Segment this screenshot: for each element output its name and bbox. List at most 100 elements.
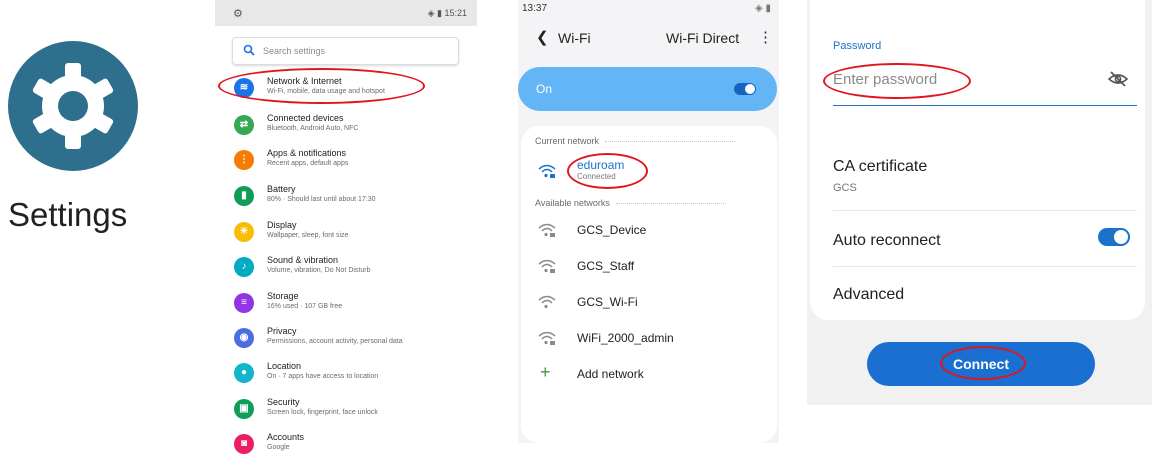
hide-password-icon[interactable] xyxy=(1107,70,1129,88)
status-bar: 13:37 ◈ ▮ xyxy=(518,0,779,18)
android-settings-panel: ⚙ ◈ ▮ 15:21 Search settings ≋ Network & I… xyxy=(215,0,477,454)
display-icon: ☀ xyxy=(234,222,254,242)
page-title: Wi-Fi xyxy=(558,30,591,46)
advanced-option[interactable]: Advanced xyxy=(833,286,904,304)
settings-item-subtitle: Volume, vibration, Do Not Disturb xyxy=(267,267,371,274)
app-label: Settings xyxy=(8,196,128,233)
privacy-icon: ◉ xyxy=(234,328,254,348)
settings-item-subtitle: 80% · Should last until about 17:30 xyxy=(267,196,376,203)
accounts-icon: ◙ xyxy=(234,434,254,454)
password-underline xyxy=(833,105,1137,106)
battery-icon: ▮ xyxy=(437,8,442,18)
search-input[interactable]: Search settings xyxy=(232,37,459,65)
network-name: WiFi_2000_admin xyxy=(577,331,674,345)
available-networks-header: Available networks xyxy=(535,198,726,208)
status-time: 15:21 xyxy=(444,8,467,18)
ca-certificate-label[interactable]: CA certificate xyxy=(833,158,927,176)
settings-item-title: Connected devices xyxy=(267,113,344,123)
highlight-ring-connect xyxy=(940,346,1026,380)
more-options-icon[interactable]: ⋮ xyxy=(758,28,773,46)
search-placeholder: Search settings xyxy=(263,46,326,56)
settings-item-title: Security xyxy=(267,397,300,407)
settings-item-accounts[interactable]: ◙ Accounts Google xyxy=(215,428,477,462)
settings-item-title: Apps & notifications xyxy=(267,148,347,158)
status-time: 13:37 xyxy=(522,3,548,14)
settings-item-subtitle: On · 7 apps have access to location xyxy=(267,373,379,380)
storage-icon: ≡ xyxy=(234,293,254,313)
auto-reconnect-label: Auto reconnect xyxy=(833,232,941,249)
auto-reconnect-toggle[interactable] xyxy=(1098,228,1130,246)
wifi-on-label: On xyxy=(536,82,553,96)
current-network-label: Current network xyxy=(535,136,600,146)
network-name: GCS_Wi-Fi xyxy=(577,295,638,309)
settings-item-title: Accounts xyxy=(267,432,305,442)
settings-item-title: Battery xyxy=(267,184,296,194)
settings-item-lock[interactable]: ▣ Security Screen lock, fingerprint, face … xyxy=(215,393,477,427)
search-icon xyxy=(243,44,255,56)
config-card: Password Enter password CA certificate G… xyxy=(810,0,1145,320)
network-config-panel: Password Enter password CA certificate G… xyxy=(807,0,1152,405)
available-network-item[interactable]: GCS_Wi-Fi xyxy=(518,290,774,316)
settings-item-subtitle: Wallpaper, sleep, font size xyxy=(267,232,349,239)
sound-icon: ♪ xyxy=(234,257,254,277)
lock-icon: ▣ xyxy=(234,399,254,419)
back-arrow-icon[interactable]: ❮ xyxy=(536,28,549,46)
gear-icon xyxy=(32,63,114,149)
apps-icon: ⋮ xyxy=(234,150,254,170)
battery-icon: ▮ xyxy=(234,186,254,206)
settings-item-battery[interactable]: ▮ Battery 80% · Should last until about 17… xyxy=(215,180,477,214)
settings-item-subtitle: 16% used · 107 GB free xyxy=(267,303,343,310)
battery-icon: ▮ xyxy=(765,3,771,14)
wifi-direct-button[interactable]: Wi-Fi Direct xyxy=(666,30,739,46)
current-network-header: Current network xyxy=(535,136,736,146)
wifi-lock-icon xyxy=(538,331,556,345)
highlight-ring-network xyxy=(218,68,425,104)
status-bar: ⚙ ◈ ▮ 15:21 xyxy=(215,0,477,26)
settings-item-subtitle: Bluetooth, Android Auto, NFC xyxy=(267,125,359,132)
settings-item-title: Privacy xyxy=(267,326,297,336)
settings-item-display[interactable]: ☀ Display Wallpaper, sleep, font size xyxy=(215,216,477,250)
settings-item-devices[interactable]: ⇄ Connected devices Bluetooth, Android Aut… xyxy=(215,109,477,143)
wifi-panel: 13:37 ◈ ▮ ❮ Wi-Fi Wi-Fi Direct ⋮ On Curr… xyxy=(518,0,779,443)
wifi-lock-icon xyxy=(538,164,556,178)
available-network-item[interactable]: GCS_Staff xyxy=(518,254,774,280)
settings-app-panel: Settings xyxy=(0,0,215,453)
highlight-ring-eduroam xyxy=(567,153,648,189)
settings-item-storage[interactable]: ≡ Storage 16% used · 107 GB free xyxy=(215,287,477,321)
available-networks-label: Available networks xyxy=(535,198,610,208)
settings-item-location[interactable]: ● Location On · 7 apps have access to loca… xyxy=(215,357,477,391)
password-label: Password xyxy=(833,40,882,52)
settings-item-subtitle: Recent apps, default apps xyxy=(267,160,349,167)
wifi-toggle[interactable] xyxy=(734,83,756,95)
divider xyxy=(833,266,1137,267)
settings-item-privacy[interactable]: ◉ Privacy Permissions, account activity, p… xyxy=(215,322,477,356)
settings-item-apps[interactable]: ⋮ Apps & notifications Recent apps, defaul… xyxy=(215,144,477,178)
highlight-ring-password xyxy=(823,63,971,99)
divider xyxy=(833,210,1137,211)
wifi-icon: ◈ xyxy=(427,8,435,18)
settings-item-subtitle: Permissions, account activity, personal … xyxy=(267,338,403,345)
add-network-button[interactable]: + Add network xyxy=(518,362,774,388)
ca-certificate-value: GCS xyxy=(833,182,857,194)
available-network-item[interactable]: WiFi_2000_admin xyxy=(518,326,774,352)
available-network-item[interactable]: GCS_Device xyxy=(518,218,774,244)
wifi-master-switch[interactable]: On xyxy=(518,67,777,111)
network-name: GCS_Staff xyxy=(577,259,635,273)
settings-item-subtitle: Google xyxy=(267,444,290,451)
wifi-header: ❮ Wi-Fi Wi-Fi Direct ⋮ xyxy=(518,28,779,52)
gear-icon: ⚙ xyxy=(233,8,243,20)
settings-item-subtitle: Screen lock, fingerprint, face unlock xyxy=(267,409,378,416)
settings-item-sound[interactable]: ♪ Sound & vibration Volume, vibration, Do … xyxy=(215,251,477,285)
devices-icon: ⇄ xyxy=(234,115,254,135)
location-icon: ● xyxy=(234,363,254,383)
settings-item-title: Storage xyxy=(267,291,299,301)
network-name: GCS_Device xyxy=(577,223,647,237)
wifi-icon xyxy=(538,295,556,309)
settings-item-title: Location xyxy=(267,361,302,371)
settings-item-title: Sound & vibration xyxy=(267,255,339,265)
wifi-lock-icon xyxy=(538,223,556,237)
add-network-label: Add network xyxy=(577,367,644,381)
wifi-lock-icon xyxy=(538,259,556,273)
settings-item-title: Display xyxy=(267,220,297,230)
settings-app-icon[interactable] xyxy=(8,41,138,171)
